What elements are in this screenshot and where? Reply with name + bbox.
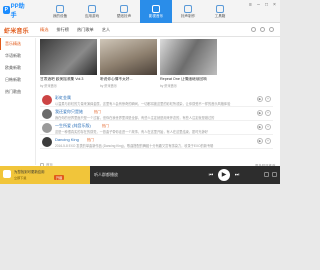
main-nav: 我的设备 应用游戏 壁纸铃声 影视音乐 铃声制作 工具箱 [44, 0, 236, 23]
playlist-title: Repeat One 让情绪继续回响 [160, 77, 207, 81]
play-icon[interactable]: ▶ [257, 96, 263, 102]
playlist-card[interactable]: 甘肃酒吧 欧美摇滚集 Vol.3 by 虾米音乐 [40, 39, 97, 88]
item-description: 2016-5-8 EXO 发表的单曲新作品 (Dancing King)，歌曲搭… [55, 144, 214, 148]
logo-icon: P [3, 6, 10, 14]
play-icon[interactable]: ▶ [257, 110, 263, 116]
sidebar-item-western[interactable]: 欧美新歌 [0, 62, 35, 74]
playlist-card[interactable]: Repeat One 让情绪继续回响 by 虾米音乐 [160, 39, 217, 88]
apps-icon [88, 4, 96, 13]
nav-tab-tools[interactable]: 工具箱 [204, 0, 236, 23]
playback-controls: ⏮ ▶ ⏭ [208, 169, 240, 181]
promo-subtext: 立即下载 [14, 176, 27, 180]
nav-tab-media[interactable]: 影视音乐 [140, 0, 172, 23]
list-item[interactable]: 我还爱你只是她 热门 我在你的世界里面只是一个过客，但你在我世界里却是全部，有些… [40, 107, 273, 121]
item-controls: ▶ + [257, 110, 271, 116]
item-description: 这是一种很真实的存在的感觉，一首曲子带你走进一个故事，有人在这里开始，有人在这里… [55, 130, 208, 134]
refresh-icon[interactable] [260, 27, 265, 32]
sidebar: 音乐精选 华语新歌 欧美新歌 日韩新歌 热门歌曲 [0, 38, 36, 165]
playlist-title: 听说你心情不太好... [100, 77, 133, 81]
logo-text: PP助手 [10, 4, 25, 19]
service-header: 虾米音乐 精选 排行榜 热门歌单 艺人 [0, 23, 280, 37]
wallpaper-icon [120, 4, 128, 13]
hot-badge: 热门 [94, 110, 101, 114]
item-controls: ▶ + [257, 124, 271, 130]
tab-featured[interactable]: 精选 [40, 27, 48, 33]
playlist-author: by 虾米音乐 [40, 84, 58, 88]
item-thumbnail [42, 123, 52, 133]
main-content: 甘肃酒吧 欧美摇滚集 Vol.3 by 虾米音乐 听说你心情不太好... by … [37, 38, 280, 168]
item-controls: ▶ + [257, 96, 271, 102]
app-logo: P PP助手 [3, 4, 27, 19]
tab-playlists[interactable]: 热门歌单 [77, 27, 94, 33]
header-tools [251, 27, 274, 32]
promo-icon [3, 170, 11, 178]
playlist-cover [100, 39, 157, 75]
player-bar: 为您找到可更新应用 立即下载 升级 听人群都播放 ⏮ ▶ ⏭ [0, 166, 280, 184]
empty-area [0, 184, 280, 270]
search-icon[interactable] [269, 27, 274, 32]
playlist-icon[interactable] [272, 172, 277, 177]
playlist-author: by 虾米音乐 [100, 84, 118, 88]
playlist-cards: 甘肃酒吧 欧美摇滚集 Vol.3 by 虾米音乐 听说你心情不太好... by … [40, 39, 217, 88]
window-controls: ≡ – □ × [248, 3, 277, 8]
close-icon[interactable]: × [272, 3, 277, 8]
service-tabs: 精选 排行榜 热门歌单 艺人 [40, 27, 110, 33]
item-thumbnail [42, 95, 52, 105]
add-icon[interactable]: + [265, 110, 271, 116]
device-icon [56, 4, 64, 13]
tab-artists[interactable]: 艺人 [102, 27, 110, 33]
add-icon[interactable]: + [265, 124, 271, 130]
toolbox-icon [216, 4, 224, 13]
update-promo[interactable]: 为您找到可更新应用 立即下载 升级 [0, 166, 90, 184]
promo-text: 为您找到可更新应用 [14, 170, 45, 174]
item-description: 我在你的世界里面只是一个过客，但你在我世界里却是全部，有些人注定就是用来怀念的，… [55, 116, 215, 120]
add-icon[interactable]: + [265, 138, 271, 144]
back-icon[interactable] [251, 27, 256, 32]
volume-icon[interactable] [264, 172, 269, 177]
playlist-cover [160, 39, 217, 75]
next-icon[interactable]: ⏭ [234, 172, 240, 178]
add-icon[interactable]: + [265, 96, 271, 102]
item-title[interactable]: Dancing King [55, 137, 79, 142]
nav-tab-wallpaper[interactable]: 壁纸铃声 [108, 0, 140, 23]
sidebar-item-chinese[interactable]: 华语新歌 [0, 50, 35, 62]
sidebar-item-hot[interactable]: 热门歌曲 [0, 86, 35, 98]
item-thumbnail [42, 109, 52, 119]
play-icon[interactable]: ▶ [257, 138, 263, 144]
app-window: P PP助手 我的设备 应用游戏 壁纸铃声 影视音乐 铃声制作 工具箱 ≡ – … [0, 0, 280, 270]
item-controls: ▶ + [257, 138, 271, 144]
playlist-author: by 虾米音乐 [160, 84, 178, 88]
maximize-icon[interactable]: □ [264, 3, 269, 8]
service-name: 虾米音乐 [4, 29, 29, 35]
item-description: 以温柔与彩虹的力量来演绎金属，这里有人会有惊奇的瞬间，一切都将被这里的彩虹所浸染… [55, 102, 231, 106]
ringtone-icon [184, 4, 192, 13]
list-item[interactable]: Dancing King 热门 2016-5-8 EXO 发表的单曲新作品 (D… [40, 135, 273, 149]
nav-tab-device[interactable]: 我的设备 [44, 0, 76, 23]
player-extras [264, 172, 277, 177]
media-icon [152, 4, 160, 13]
play-button[interactable]: ▶ [218, 169, 230, 181]
song-list: 彩虹金属 以温柔与彩虹的力量来演绎金属，这里有人会有惊奇的瞬间，一切都将被这里的… [40, 93, 273, 149]
sidebar-item-featured[interactable]: 音乐精选 [0, 38, 35, 50]
tab-charts[interactable]: 排行榜 [56, 27, 69, 33]
list-item[interactable]: 一生所爱 (纯音乐版) 热门 这是一种很真实的存在的感觉，一首曲子带你走进一个故… [40, 121, 273, 135]
now-playing-text: 听人群都播放 [94, 172, 118, 177]
top-bar: P PP助手 我的设备 应用游戏 壁纸铃声 影视音乐 铃声制作 工具箱 ≡ – … [0, 0, 280, 23]
nav-tab-ringtone[interactable]: 铃声制作 [172, 0, 204, 23]
minimize-icon[interactable]: – [256, 3, 261, 8]
sidebar-item-jpkr[interactable]: 日韩新歌 [0, 74, 35, 86]
playlist-card[interactable]: 听说你心情不太好... by 虾米音乐 [100, 39, 157, 88]
menu-icon[interactable]: ≡ [248, 3, 253, 8]
nav-tab-apps[interactable]: 应用游戏 [76, 0, 108, 23]
hot-badge: 热门 [102, 124, 109, 128]
promo-button[interactable]: 升级 [54, 175, 65, 180]
item-thumbnail [42, 137, 52, 147]
previous-icon[interactable]: ⏮ [208, 172, 214, 178]
play-icon[interactable]: ▶ [257, 124, 263, 130]
list-item[interactable]: 彩虹金属 以温柔与彩虹的力量来演绎金属，这里有人会有惊奇的瞬间，一切都将被这里的… [40, 93, 273, 107]
hot-badge: 热门 [87, 138, 94, 142]
playlist-cover [40, 39, 97, 75]
playlist-title: 甘肃酒吧 欧美摇滚集 Vol.3 [40, 77, 84, 81]
